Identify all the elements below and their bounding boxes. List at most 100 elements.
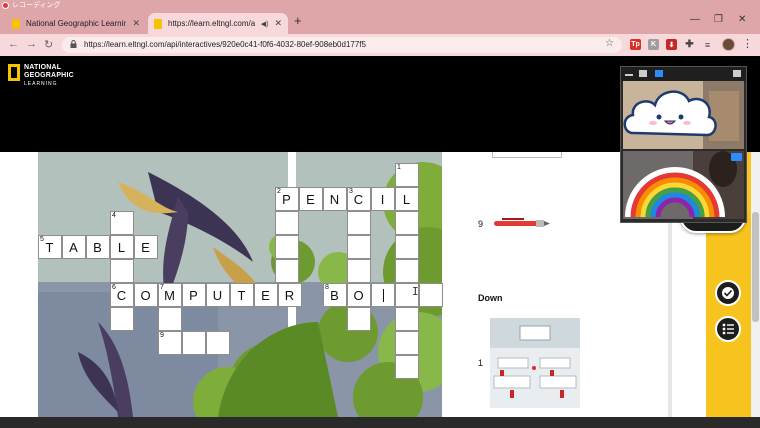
cell-letter: A: [69, 239, 79, 255]
record-icon: [2, 1, 9, 9]
crossword-cell[interactable]: 8B: [323, 283, 347, 307]
close-tab-icon[interactable]: ✕: [274, 18, 282, 29]
check-list-icon: [722, 287, 734, 299]
extension-k-icon[interactable]: K: [648, 39, 659, 50]
classroom-clue-image: [490, 318, 580, 408]
crossword-cell[interactable]: [275, 211, 299, 235]
more-options-icon[interactable]: ⋮: [742, 37, 753, 50]
expand-video-icon[interactable]: [733, 70, 741, 77]
crossword-cell[interactable]: [347, 259, 371, 283]
crossword-cell[interactable]: N: [323, 187, 347, 211]
crossword-cell[interactable]: [395, 235, 419, 259]
url-text: https://learn.eltngl.com/api/interactive…: [84, 40, 366, 49]
crossword-cell[interactable]: R: [278, 283, 302, 307]
taskbar-strip: [0, 417, 760, 428]
crossword-cell[interactable]: A: [62, 235, 86, 259]
crossword-cell[interactable]: O: [134, 283, 158, 307]
extension-tp-icon[interactable]: Tp: [630, 39, 641, 50]
lock-icon: [70, 40, 77, 48]
crossword-cell[interactable]: [206, 331, 230, 355]
tab-national-geographic[interactable]: National Geographic Learning ✕: [6, 13, 146, 34]
crossword-cell[interactable]: L: [395, 187, 419, 211]
crossword-cell[interactable]: 3C: [347, 187, 371, 211]
profile-avatar[interactable]: [722, 38, 735, 51]
crossword-cell[interactable]: 1: [395, 163, 419, 187]
clue-image-partial: [492, 152, 562, 158]
crossword-cell[interactable]: [182, 331, 206, 355]
crossword-cell[interactable]: [275, 259, 299, 283]
bookmark-star-icon[interactable]: ☆: [605, 38, 614, 49]
recording-strip: [0, 0, 760, 10]
tab-title: National Geographic Learning: [26, 19, 127, 28]
gallery-view-icon[interactable]: [639, 70, 647, 77]
crossword-cell[interactable]: E: [134, 235, 158, 259]
address-bar[interactable]: https://learn.eltngl.com/api/interactive…: [62, 37, 622, 53]
cell-letter: I: [380, 191, 386, 207]
minimize-icon[interactable]: —: [690, 14, 700, 25]
crossword-cell[interactable]: [347, 235, 371, 259]
maximize-icon[interactable]: ❐: [714, 14, 723, 25]
crossword-cell[interactable]: [395, 331, 419, 355]
crossword-cell[interactable]: E: [299, 187, 323, 211]
extension-pdf-icon[interactable]: ⬇: [666, 39, 677, 50]
recording-label: レコーディング: [12, 2, 61, 9]
reload-icon[interactable]: ↻: [44, 38, 53, 51]
crossword-cell[interactable]: 9: [158, 331, 182, 355]
media-queue-icon[interactable]: ≡: [702, 39, 713, 50]
recording-indicator: レコーディング: [2, 0, 61, 10]
crossword-cell[interactable]: 4: [110, 211, 134, 235]
check-answers-button[interactable]: [715, 280, 741, 306]
tab-eltngl[interactable]: https://learn.eltngl.com/api/ ◀) ✕: [148, 13, 288, 34]
crossword-cell[interactable]: B: [86, 235, 110, 259]
participant-video-1: [623, 81, 744, 149]
crossword-cell[interactable]: 5T: [38, 235, 62, 259]
crossword-cell[interactable]: 6C: [110, 283, 134, 307]
crossword-cell[interactable]: [110, 307, 134, 331]
crossword-cell[interactable]: T: [230, 283, 254, 307]
crossword-cell[interactable]: L: [110, 235, 134, 259]
new-tab-icon[interactable]: +: [294, 13, 302, 28]
cell-letter: L: [402, 191, 412, 207]
show-answers-button[interactable]: [715, 316, 741, 342]
back-icon[interactable]: ←: [8, 38, 19, 50]
text-cursor-icon: I: [412, 285, 419, 298]
screen: レコーディング National Geographic Learning ✕ h…: [0, 0, 760, 428]
speaker-icon[interactable]: ◀): [261, 20, 269, 28]
crossword-cell[interactable]: [395, 211, 419, 235]
speaker-view-icon[interactable]: [655, 70, 663, 77]
video-toolbar: [621, 67, 746, 81]
clue-number: 9: [478, 219, 484, 229]
crossword-cell[interactable]: [419, 283, 443, 307]
crossword-cell[interactable]: [275, 235, 299, 259]
crossword-cell[interactable]: 7M: [158, 283, 182, 307]
crossword-cell[interactable]: U: [206, 283, 230, 307]
crossword-cell[interactable]: [158, 307, 182, 331]
favicon-icon: [154, 18, 162, 29]
crossword-cell[interactable]: E: [254, 283, 278, 307]
crossword-cell[interactable]: [347, 211, 371, 235]
crossword-cell[interactable]: I: [371, 187, 395, 211]
cell-letter: O: [140, 287, 152, 303]
scrollbar-thumb[interactable]: [752, 212, 759, 322]
cell-letter: C: [353, 191, 365, 207]
close-window-icon[interactable]: ✕: [738, 14, 746, 25]
cell-letter: L: [117, 239, 127, 255]
crossword-cell[interactable]: P: [182, 283, 206, 307]
down-heading: Down: [478, 293, 503, 303]
close-tab-icon[interactable]: ✕: [132, 18, 140, 29]
crossword-cell[interactable]: [110, 259, 134, 283]
forward-icon[interactable]: →: [26, 38, 37, 50]
cell-letter: O: [353, 287, 365, 303]
favicon-icon: [12, 18, 20, 29]
crossword-cell[interactable]: O: [347, 283, 371, 307]
crossword-cell[interactable]: [395, 355, 419, 379]
cell-letter: M: [164, 287, 176, 303]
crossword-cell[interactable]: 2P: [275, 187, 299, 211]
crossword-cell[interactable]: [395, 259, 419, 283]
crossword-cell[interactable]: [395, 307, 419, 331]
crossword-cell-active[interactable]: [371, 283, 395, 307]
extensions-puzzle-icon[interactable]: ✚: [684, 39, 695, 50]
cell-letter: B: [330, 287, 340, 303]
crossword-cell[interactable]: [347, 307, 371, 331]
minimize-video-icon[interactable]: [625, 74, 633, 76]
